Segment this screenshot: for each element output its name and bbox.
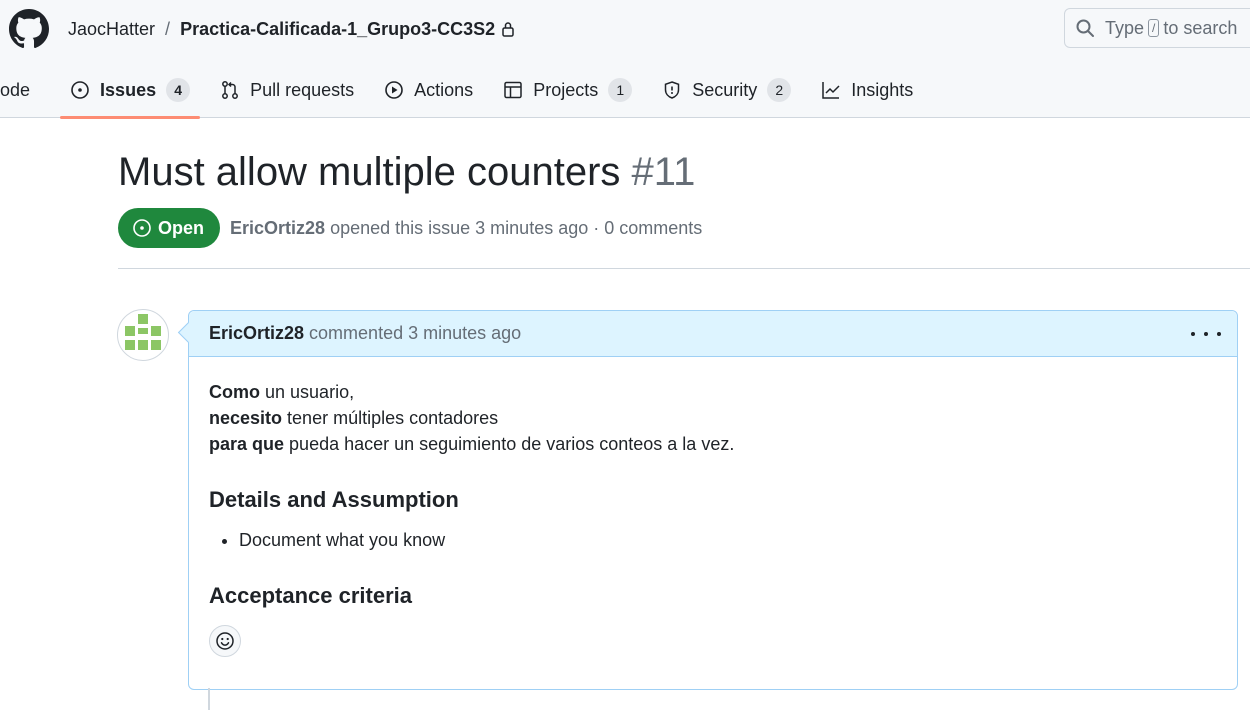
search-icon xyxy=(1076,19,1094,37)
comment-header: EricOrtiz28 commented 3 minutes ago xyxy=(189,311,1237,357)
story-line: para que pueda hacer un seguimiento de v… xyxy=(209,431,1217,457)
story-text: tener múltiples contadores xyxy=(287,408,499,428)
play-icon xyxy=(385,81,403,99)
lock-icon xyxy=(502,22,514,37)
table-icon xyxy=(504,81,522,99)
tab-issues[interactable]: Issues 4 xyxy=(60,62,201,119)
search-shortcut-key: / xyxy=(1148,19,1160,37)
repo-nav-tabs: ode Issues 4 Pull requests Actions Proje… xyxy=(0,62,923,119)
comment-body: Como un usuario, necesito tener múltiple… xyxy=(189,357,1237,657)
story-text: pueda hacer un seguimiento de varios con… xyxy=(289,434,735,454)
repo-owner-link[interactable]: JaocHatter xyxy=(68,19,155,40)
search-input[interactable]: Type / to search xyxy=(1064,8,1250,48)
issue-state-badge: Open xyxy=(118,208,221,248)
issue-status-row: Open EricOrtiz28 opened this issue 3 min… xyxy=(118,208,702,248)
tab-projects[interactable]: Projects 1 xyxy=(493,62,642,118)
tab-code[interactable]: ode xyxy=(0,62,40,118)
timeline-line xyxy=(208,688,210,710)
tab-security[interactable]: Security 2 xyxy=(652,62,801,118)
issue-title-text: Must allow multiple counters xyxy=(118,150,621,194)
tab-security-label: Security xyxy=(692,79,758,100)
tab-issues-label: Issues xyxy=(100,79,157,100)
tab-actions[interactable]: Actions xyxy=(374,62,483,118)
story-text: un usuario, xyxy=(265,382,355,402)
comment-options-icon[interactable] xyxy=(1191,323,1221,345)
search-placeholder-prefix: Type xyxy=(1105,17,1145,38)
user-story: Como un usuario, necesito tener múltiple… xyxy=(209,379,1217,457)
story-keyword: para que xyxy=(209,434,285,454)
add-reaction-button[interactable] xyxy=(209,625,241,657)
list-item: Document what you know xyxy=(239,527,1217,553)
breadcrumb: JaocHatter / Practica-Calificada-1_Grupo… xyxy=(68,16,515,42)
projects-count-badge: 1 xyxy=(608,78,633,102)
acceptance-heading: Acceptance criteria xyxy=(209,583,412,608)
security-count-badge: 2 xyxy=(767,78,792,102)
shield-icon xyxy=(664,81,680,99)
issue-state-label: Open xyxy=(158,217,205,238)
repo-name-link[interactable]: Practica-Calificada-1_Grupo3-CC3S2 xyxy=(180,19,495,40)
issue-opened-icon xyxy=(133,219,151,237)
comment-author-link[interactable]: EricOrtiz28 xyxy=(209,323,304,344)
tab-insights-label: Insights xyxy=(851,79,914,100)
issue-number: #11 xyxy=(631,150,696,194)
tab-projects-label: Projects xyxy=(533,79,599,100)
story-keyword: necesito xyxy=(209,408,283,428)
issue-meta-text: opened this issue 3 minutes ago · 0 comm… xyxy=(330,217,703,238)
issue-opened-icon xyxy=(71,81,89,99)
git-pull-request-icon xyxy=(222,81,239,99)
issue-title: Must allow multiple counters #11 xyxy=(118,150,695,195)
smiley-icon xyxy=(216,632,234,650)
tab-insights[interactable]: Insights xyxy=(811,62,923,118)
issue-author-link[interactable]: EricOrtiz28 xyxy=(230,218,325,239)
title-divider xyxy=(118,268,1250,269)
story-line: Como un usuario, xyxy=(209,379,1217,405)
details-list: Document what you know xyxy=(209,527,1217,553)
details-heading: Details and Assumption xyxy=(209,487,459,512)
identicon-avatar-icon xyxy=(125,314,161,350)
tab-pull-requests-label: Pull requests xyxy=(250,79,355,100)
issues-count-badge: 4 xyxy=(166,78,191,102)
avatar[interactable] xyxy=(117,309,169,361)
graph-icon xyxy=(822,82,840,99)
issue-comment: EricOrtiz28 commented 3 minutes ago Como… xyxy=(188,310,1238,690)
repo-header: JaocHatter / Practica-Calificada-1_Grupo… xyxy=(0,0,1250,119)
breadcrumb-separator: / xyxy=(165,18,171,39)
story-line: necesito tener múltiples contadores xyxy=(209,405,1217,431)
tab-code-label: ode xyxy=(0,79,31,100)
comment-meta-text[interactable]: commented 3 minutes ago xyxy=(309,323,521,344)
search-placeholder-suffix: to search xyxy=(1163,17,1238,38)
tab-pull-requests[interactable]: Pull requests xyxy=(210,62,364,118)
story-keyword: Como xyxy=(209,382,260,402)
tab-actions-label: Actions xyxy=(414,79,474,100)
github-logo-icon[interactable] xyxy=(9,9,49,49)
